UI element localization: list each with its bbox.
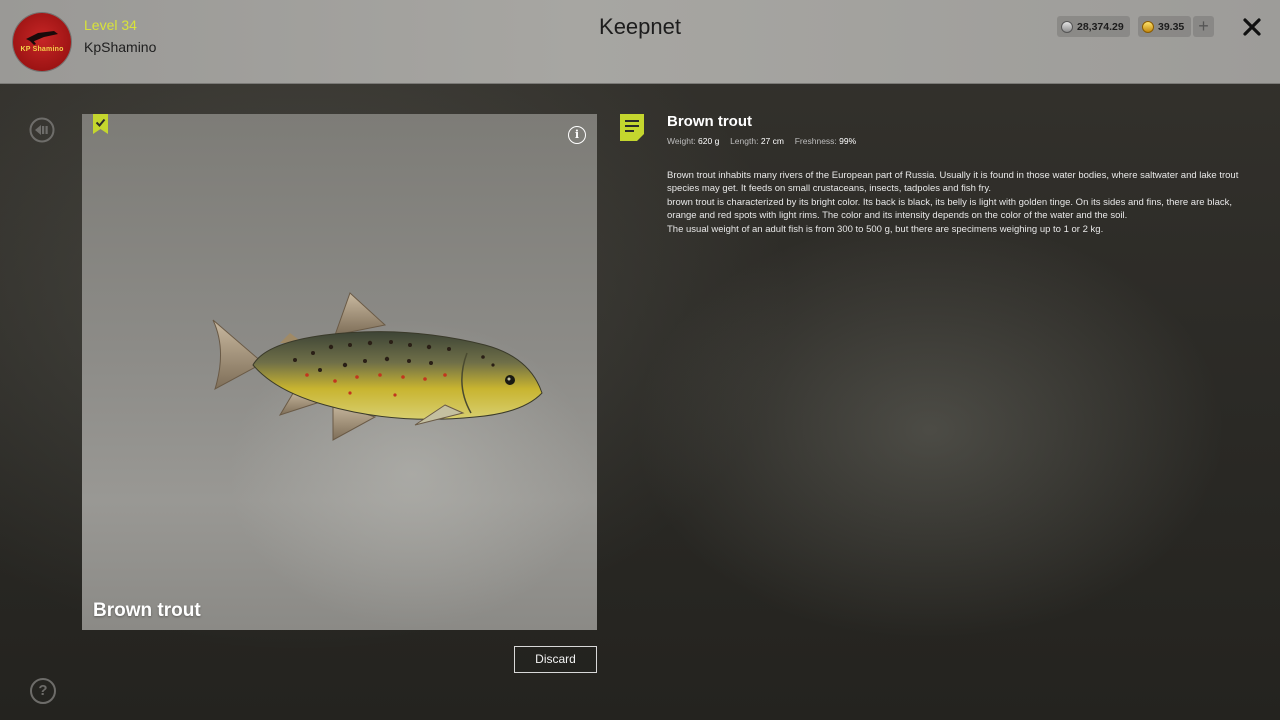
top-bar: KP Shamino Level 34 KpShamino Keepnet 28… [0,0,1280,84]
fish-image [212,292,543,441]
fish-description: Brown trout inhabits many rivers of the … [667,169,1257,236]
fish-title: Brown trout [667,113,752,130]
add-currency-button[interactable]: + [1193,16,1214,37]
info-icon[interactable]: i [568,126,586,144]
length-label: Length: [730,136,759,146]
fish-caption: Brown trout [93,600,201,621]
gold-balance: 39.35 [1138,16,1191,37]
description-paragraph: brown trout is characterized by its brig… [667,196,1232,222]
gold-coin-icon [1142,20,1154,33]
weight-label: Weight: [667,136,696,146]
close-icon[interactable] [1241,16,1263,38]
freshness-value: 99% [839,136,857,146]
player-name: KpShamino [84,39,157,55]
description-paragraph: The usual weight of an adult fish is fro… [667,223,1104,235]
silver-balance: 28,374.29 [1057,16,1130,37]
gold-amount: 39.35 [1158,20,1185,33]
avatar[interactable]: KP Shamino [13,13,71,71]
avatar-text: KP Shamino [20,46,64,53]
bookmark-icon[interactable] [93,114,108,134]
player-level: Level 34 [84,17,137,33]
weight-value: 620 g [698,136,720,146]
discard-button[interactable]: Discard [514,646,597,673]
silver-coin-icon [1061,20,1073,33]
note-icon [620,114,644,141]
description-paragraph: Brown trout inhabits many rivers of the … [667,170,1239,195]
back-icon[interactable] [29,117,55,143]
length-value: 27 cm [760,136,784,146]
avatar-logo [26,31,58,45]
fish-stats: Weight: 620 g Length: 27 cm Freshness: 9… [667,136,856,146]
help-button[interactable]: ? [30,678,56,704]
freshness-label: Freshness: [794,136,837,146]
page-title: Keepnet [599,14,681,39]
silver-amount: 28,374.29 [1077,20,1124,33]
